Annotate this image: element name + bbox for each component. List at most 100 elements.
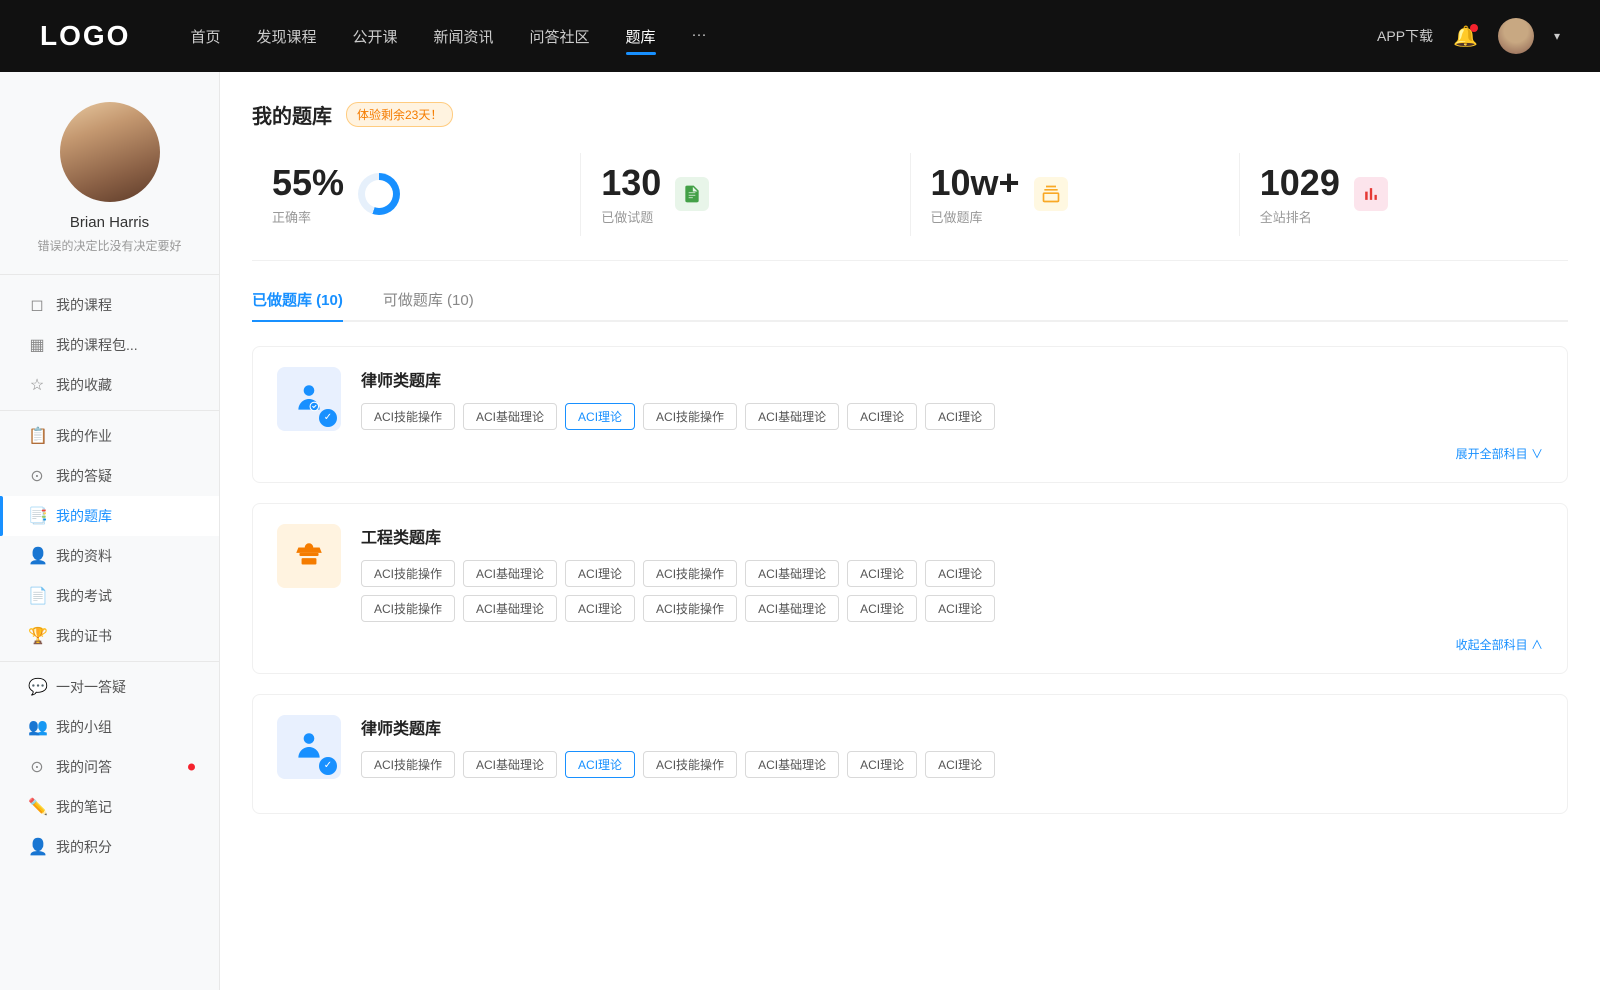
tag-5[interactable]: ACI基础理论 <box>745 403 839 430</box>
nav-questionbank[interactable]: 题库 <box>626 22 656 51</box>
qbank-name-lawyer-2: 律师类题库 <box>361 715 1543 739</box>
law2-tag-6[interactable]: ACI理论 <box>847 751 917 778</box>
law2-tag-5[interactable]: ACI基础理论 <box>745 751 839 778</box>
stat-accuracy-label: 正确率 <box>272 207 344 226</box>
stat-done-banks: 10w+ 已做题库 <box>911 153 1240 236</box>
profile-motto: 错误的决定比没有决定要好 <box>37 237 181 254</box>
tag-4[interactable]: ACI技能操作 <box>643 403 737 430</box>
eng-tag-10[interactable]: ACI理论 <box>565 595 635 622</box>
nav-qa[interactable]: 问答社区 <box>530 22 590 51</box>
sidebar-item-label: 我的答疑 <box>56 466 112 486</box>
eng-tag-9[interactable]: ACI基础理论 <box>463 595 557 622</box>
sidebar-item-label: 我的小组 <box>56 717 112 737</box>
one-on-one-icon: 💬 <box>28 677 46 697</box>
sidebar-item-points[interactable]: 👤 我的积分 <box>0 827 219 867</box>
sidebar-item-my-qa[interactable]: ⊙ 我的问答 <box>0 747 219 787</box>
stat-done-questions: 130 已做试题 <box>581 153 910 236</box>
eng-tag-3[interactable]: ACI理论 <box>565 560 635 587</box>
eng-tag-11[interactable]: ACI技能操作 <box>643 595 737 622</box>
qbank-header-engineer: 工程类题库 ACI技能操作 ACI基础理论 ACI理论 ACI技能操作 ACI基… <box>277 524 1543 622</box>
qbank-avatar-engineer <box>277 524 341 588</box>
sidebar-item-qa[interactable]: ⊙ 我的答疑 <box>0 456 219 496</box>
user-avatar[interactable] <box>1498 18 1534 54</box>
eng-tag-4[interactable]: ACI技能操作 <box>643 560 737 587</box>
stat-done-value: 130 <box>601 163 661 203</box>
course-package-icon: ▦ <box>28 335 46 355</box>
homework-icon: 📋 <box>28 426 46 446</box>
nav-discover[interactable]: 发现课程 <box>256 22 316 51</box>
qbank-section-lawyer-2: ✓ 律师类题库 ACI技能操作 ACI基础理论 ACI理论 ACI技能操作 AC… <box>252 694 1568 814</box>
law2-tag-4[interactable]: ACI技能操作 <box>643 751 737 778</box>
eng-tag-6[interactable]: ACI理论 <box>847 560 917 587</box>
check-badge: ✓ <box>319 409 337 427</box>
qbank-tags-lawyer-1: ACI技能操作 ACI基础理论 ACI理论 ACI技能操作 ACI基础理论 AC… <box>361 403 1543 430</box>
user-dropdown-arrow[interactable]: ▾ <box>1554 29 1560 43</box>
sidebar-item-label: 我的题库 <box>56 506 112 526</box>
qbank-section-engineer: 工程类题库 ACI技能操作 ACI基础理论 ACI理论 ACI技能操作 ACI基… <box>252 503 1568 674</box>
my-qa-icon: ⊙ <box>28 757 46 777</box>
qbank-tags-engineer-row1: ACI技能操作 ACI基础理论 ACI理论 ACI技能操作 ACI基础理论 AC… <box>361 560 1543 587</box>
profile-icon: 👤 <box>28 546 46 566</box>
qbank-name-lawyer-1: 律师类题库 <box>361 367 1543 391</box>
qbank-name-engineer: 工程类题库 <box>361 524 1543 548</box>
group-icon: 👥 <box>28 717 46 737</box>
sidebar-item-course-package[interactable]: ▦ 我的课程包... <box>0 325 219 365</box>
sidebar-item-one-on-one[interactable]: 💬 一对一答疑 <box>0 667 219 707</box>
sidebar-item-group[interactable]: 👥 我的小组 <box>0 707 219 747</box>
avatar-image <box>1498 18 1534 54</box>
sidebar-item-label: 我的课程 <box>56 295 112 315</box>
sidebar-item-certificate[interactable]: 🏆 我的证书 <box>0 616 219 656</box>
eng-tag-5[interactable]: ACI基础理论 <box>745 560 839 587</box>
tag-1[interactable]: ACI技能操作 <box>361 403 455 430</box>
tag-2[interactable]: ACI基础理论 <box>463 403 557 430</box>
layout: Brian Harris 错误的决定比没有决定要好 ◻ 我的课程 ▦ 我的课程包… <box>0 72 1600 990</box>
eng-tag-12[interactable]: ACI基础理论 <box>745 595 839 622</box>
sidebar-item-my-course[interactable]: ◻ 我的课程 <box>0 285 219 325</box>
law2-tag-2[interactable]: ACI基础理论 <box>463 751 557 778</box>
law2-tag-7[interactable]: ACI理论 <box>925 751 995 778</box>
expand-lawyer-1[interactable]: 展开全部科目 ∨ <box>277 445 1543 462</box>
sidebar-item-label: 我的笔记 <box>56 797 112 817</box>
sidebar-item-notes[interactable]: ✏️ 我的笔记 <box>0 787 219 827</box>
eng-tag-14[interactable]: ACI理论 <box>925 595 995 622</box>
header: LOGO 首页 发现课程 公开课 新闻资讯 问答社区 题库 ··· APP下载 … <box>0 0 1600 72</box>
tab-done-banks[interactable]: 已做题库 (10) <box>252 289 343 320</box>
eng-tag-1[interactable]: ACI技能操作 <box>361 560 455 587</box>
law2-tag-1[interactable]: ACI技能操作 <box>361 751 455 778</box>
tag-7[interactable]: ACI理论 <box>925 403 995 430</box>
sidebar-item-exam[interactable]: 📄 我的考试 <box>0 576 219 616</box>
stat-ranking-label: 全站排名 <box>1260 207 1340 226</box>
nav-more[interactable]: ··· <box>692 22 707 51</box>
header-right: APP下载 🔔 ▾ <box>1377 18 1560 54</box>
tag-3[interactable]: ACI理论 <box>565 403 635 430</box>
nav-opencourse[interactable]: 公开课 <box>352 22 397 51</box>
nav-home[interactable]: 首页 <box>190 22 220 51</box>
tag-6[interactable]: ACI理论 <box>847 403 917 430</box>
app-download-button[interactable]: APP下载 <box>1377 26 1433 46</box>
main-nav: 首页 发现课程 公开课 新闻资讯 问答社区 题库 ··· <box>190 22 1377 51</box>
eng-tag-13[interactable]: ACI理论 <box>847 595 917 622</box>
qa-icon: ⊙ <box>28 466 46 486</box>
stat-ranking: 1029 全站排名 <box>1240 153 1568 236</box>
done-questions-icon <box>675 177 709 211</box>
sidebar-item-label: 我的资料 <box>56 546 112 566</box>
sidebar-item-favorites[interactable]: ☆ 我的收藏 <box>0 365 219 405</box>
nav-news[interactable]: 新闻资讯 <box>434 22 494 51</box>
sidebar-menu: ◻ 我的课程 ▦ 我的课程包... ☆ 我的收藏 📋 我的作业 ⊙ 我的答疑 📑 <box>0 285 219 867</box>
profile-avatar-image <box>60 102 160 202</box>
question-bank-icon: 📑 <box>28 506 46 526</box>
trial-badge: 体验剩余23天！ <box>346 102 453 127</box>
eng-tag-2[interactable]: ACI基础理论 <box>463 560 557 587</box>
tab-available-banks[interactable]: 可做题库 (10) <box>383 289 474 320</box>
sidebar-item-profile[interactable]: 👤 我的资料 <box>0 536 219 576</box>
sidebar-item-label: 我的问答 <box>56 757 112 777</box>
sidebar-item-homework[interactable]: 📋 我的作业 <box>0 416 219 456</box>
eng-tag-7[interactable]: ACI理论 <box>925 560 995 587</box>
notification-bell-icon[interactable]: 🔔 <box>1453 24 1478 49</box>
collapse-engineer[interactable]: 收起全部科目 ∧ <box>277 636 1543 653</box>
sidebar-item-question-bank[interactable]: 📑 我的题库 <box>0 496 219 536</box>
done-banks-icon <box>1034 177 1068 211</box>
law2-tag-3[interactable]: ACI理论 <box>565 751 635 778</box>
qbank-avatar-lawyer-2: ✓ <box>277 715 341 779</box>
eng-tag-8[interactable]: ACI技能操作 <box>361 595 455 622</box>
